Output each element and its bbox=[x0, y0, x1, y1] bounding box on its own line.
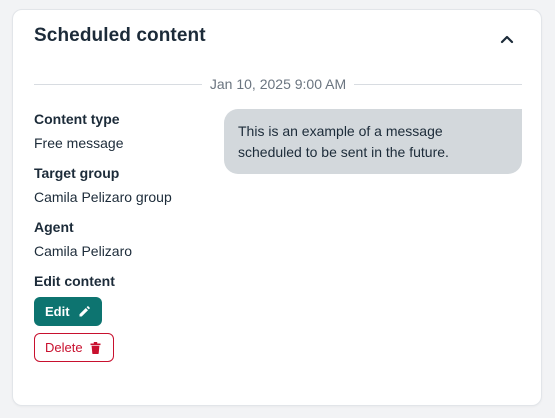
agent-value: Camila Pelizaro bbox=[34, 243, 133, 259]
agent-label: Agent bbox=[34, 219, 74, 235]
collapse-button[interactable] bbox=[495, 27, 519, 51]
edit-button-label: Edit bbox=[45, 304, 70, 319]
divider-line-left bbox=[34, 83, 202, 85]
delete-button-label: Delete bbox=[45, 340, 83, 355]
date-divider: Jan 10, 2025 9:00 AM bbox=[34, 76, 522, 92]
edit-content-label: Edit content bbox=[34, 273, 115, 289]
chevron-up-icon bbox=[500, 35, 514, 44]
content-details: Content type Free message Target group C… bbox=[34, 110, 224, 362]
message-text: This is an example of a message schedule… bbox=[238, 123, 449, 160]
scheduled-content-card: Scheduled content Jan 10, 2025 9:00 AM C… bbox=[12, 9, 542, 406]
trash-icon bbox=[90, 341, 101, 354]
card-title: Scheduled content bbox=[34, 25, 206, 46]
divider-line-right bbox=[354, 83, 522, 85]
content-type-label: Content type bbox=[34, 111, 120, 127]
message-bubble: This is an example of a message schedule… bbox=[224, 109, 522, 174]
target-group-label: Target group bbox=[34, 165, 120, 181]
delete-button[interactable]: Delete bbox=[34, 333, 114, 362]
scheduled-date: Jan 10, 2025 9:00 AM bbox=[209, 76, 347, 92]
content-type-value: Free message bbox=[34, 135, 124, 151]
target-group-value: Camila Pelizaro group bbox=[34, 189, 172, 205]
pencil-icon bbox=[79, 305, 90, 316]
edit-button[interactable]: Edit bbox=[34, 297, 102, 326]
